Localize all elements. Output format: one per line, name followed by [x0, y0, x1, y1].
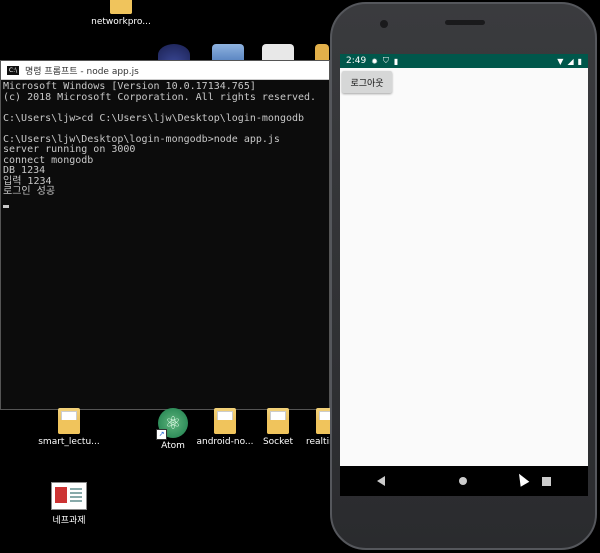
back-icon[interactable]	[377, 476, 386, 486]
desktop-icon-smart-lecture[interactable]: smart_lectu...	[34, 408, 104, 447]
android-emulator: 2:49 ✹ ⛉ ▮ ▼ ◢ ▮ 로그아웃	[330, 2, 597, 550]
sd-card-icon: ▮	[393, 56, 399, 66]
cmd-line	[3, 124, 327, 135]
speaker-grille	[445, 20, 485, 25]
logout-button[interactable]: 로그아웃	[342, 71, 392, 93]
navigation-bar	[340, 466, 588, 496]
text-cursor	[3, 205, 9, 208]
folder-icon	[110, 0, 132, 14]
cmd-line: C:\Users\ljw>cd C:\Users\ljw\Desktop\log…	[3, 112, 305, 124]
signal-icon: ◢	[567, 56, 574, 66]
command-prompt-window[interactable]: C:\ 명령 프롬프트 - node app.js Microsoft Wind…	[0, 60, 330, 410]
cmd-line: DB 1234	[3, 165, 46, 176]
folder-icon	[267, 408, 289, 434]
document-icon	[51, 482, 87, 510]
folder-icon	[214, 408, 236, 434]
cmd-line: 로그인 성공	[3, 186, 56, 197]
settings-icon: ✹	[371, 56, 378, 66]
front-camera	[380, 20, 388, 28]
desktop-icon-label: smart_lectu...	[38, 437, 100, 447]
cmd-line: (c) 2018 Microsoft Corporation. All righ…	[3, 91, 317, 103]
cmd-title: 명령 프롬프트 - node app.js	[25, 66, 139, 77]
status-bar: 2:49 ✹ ⛉ ▮ ▼ ◢ ▮	[340, 54, 588, 68]
shield-icon: ⛉	[382, 56, 389, 65]
recent-apps-icon[interactable]	[541, 476, 551, 486]
cmd-icon: C:\	[7, 65, 19, 75]
phone-screen[interactable]: 2:49 ✹ ⛉ ▮ ▼ ◢ ▮ 로그아웃	[340, 54, 588, 496]
desktop-icon-networkpro[interactable]: networkpro...	[86, 0, 156, 27]
cmd-line: Microsoft Windows [Version 10.0.17134.76…	[3, 81, 256, 92]
desktop-icon-nepro[interactable]: 네프과제	[34, 482, 104, 526]
cmd-output[interactable]: Microsoft Windows [Version 10.0.17134.76…	[1, 80, 329, 210]
status-time: 2:49	[346, 56, 367, 66]
shortcut-arrow-icon: ↗	[156, 429, 167, 440]
desktop-icon-label: 네프과제	[52, 516, 86, 526]
cmd-title-bar[interactable]: C:\ 명령 프롬프트 - node app.js	[1, 61, 329, 80]
home-icon[interactable]	[459, 477, 468, 485]
atom-icon: ⚛ ↗	[156, 408, 188, 440]
cmd-line: connect mongodb	[3, 154, 94, 166]
battery-icon: ▮	[577, 56, 582, 66]
wifi-icon: ▼	[557, 56, 564, 66]
folder-icon	[58, 408, 80, 434]
cmd-line: server running on 3000	[3, 144, 136, 155]
desktop-icon-label: networkpro...	[91, 17, 151, 27]
cmd-line	[3, 103, 327, 114]
